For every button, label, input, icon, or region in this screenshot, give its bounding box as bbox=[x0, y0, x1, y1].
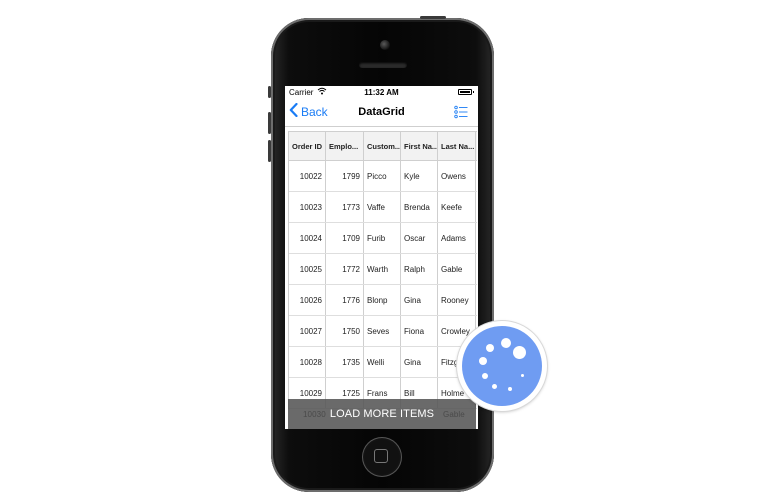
column-header-employee[interactable]: Emplo... bbox=[326, 132, 364, 160]
table-row[interactable]: 10028 1735 Welli Gina Fitzge bbox=[289, 347, 477, 378]
table-row[interactable]: 10025 1772 Warth Ralph Gable bbox=[289, 254, 477, 285]
grid-header-row: Order ID Emplo... Custom... First Na... … bbox=[289, 131, 477, 161]
cell-order-id: 10023 bbox=[289, 192, 326, 222]
cell-first-name: Gina bbox=[401, 285, 438, 315]
spinner-dot bbox=[479, 357, 487, 365]
list-icon[interactable] bbox=[454, 105, 468, 119]
cell-last-name: Rooney bbox=[438, 285, 476, 315]
status-bar: Carrier 11:32 AM bbox=[285, 86, 478, 100]
cell-employee: 1799 bbox=[326, 161, 364, 191]
cell-customer: Furib bbox=[364, 223, 401, 253]
cell-first-name: Brenda bbox=[401, 192, 438, 222]
volume-button-up bbox=[268, 112, 271, 134]
table-row[interactable]: 10027 1750 Seves Fiona Crowley bbox=[289, 316, 477, 347]
cell-order-id: 10024 bbox=[289, 223, 326, 253]
table-row[interactable]: 10024 1709 Furib Oscar Adams bbox=[289, 223, 477, 254]
spinner-dot bbox=[513, 346, 526, 359]
battery-icon bbox=[458, 89, 474, 95]
page-title: DataGrid bbox=[358, 106, 405, 118]
cell-order-id: 10022 bbox=[289, 161, 326, 191]
front-camera bbox=[380, 40, 390, 50]
phone-screen: Carrier 11:32 AM Back DataGrid Order ID … bbox=[285, 86, 478, 429]
table-row[interactable]: 10026 1776 Blonp Gina Rooney bbox=[289, 285, 477, 316]
cell-customer: Seves bbox=[364, 316, 401, 346]
cell-last-name: Owens bbox=[438, 161, 476, 191]
spinner-dot bbox=[492, 384, 497, 389]
earpiece-speaker bbox=[359, 62, 407, 68]
cell-order-id: 10027 bbox=[289, 316, 326, 346]
ghost-order-id: 10030 bbox=[303, 409, 326, 419]
navigation-bar: Back DataGrid bbox=[285, 100, 478, 127]
column-header-first-name[interactable]: First Na... bbox=[401, 132, 438, 160]
status-time: 11:32 AM bbox=[364, 88, 399, 97]
cell-last-name: Adams bbox=[438, 223, 476, 253]
spinner-dot bbox=[508, 387, 512, 391]
home-button-icon bbox=[374, 449, 388, 463]
cell-customer: Picco bbox=[364, 161, 401, 191]
home-button[interactable] bbox=[362, 437, 402, 477]
cell-first-name: Oscar bbox=[401, 223, 438, 253]
power-button bbox=[420, 16, 446, 19]
cell-customer: Blonp bbox=[364, 285, 401, 315]
cell-customer: Welli bbox=[364, 347, 401, 377]
mute-switch bbox=[268, 86, 271, 98]
loading-spinner-icon bbox=[462, 326, 542, 406]
cell-first-name: Ralph bbox=[401, 254, 438, 284]
spinner-dot bbox=[486, 344, 494, 352]
table-row[interactable]: 10022 1799 Picco Kyle Owens bbox=[289, 161, 477, 192]
cell-customer: Vaffe bbox=[364, 192, 401, 222]
cell-order-id: 10026 bbox=[289, 285, 326, 315]
spinner-dot bbox=[501, 338, 511, 348]
cell-last-name: Gable bbox=[438, 254, 476, 284]
cell-first-name: Gina bbox=[401, 347, 438, 377]
cell-order-id: 10028 bbox=[289, 347, 326, 377]
ghost-last-name: Gable bbox=[443, 409, 465, 419]
data-grid: Order ID Emplo... Custom... First Na... … bbox=[288, 131, 477, 409]
cell-employee: 1772 bbox=[326, 254, 364, 284]
loading-badge bbox=[457, 321, 547, 411]
column-header-customer[interactable]: Custom... bbox=[364, 132, 401, 160]
load-more-button[interactable]: 10030 LOAD MORE ITEMS Gable bbox=[288, 399, 476, 429]
column-header-last-name[interactable]: Last Na... bbox=[438, 132, 476, 160]
cell-employee: 1773 bbox=[326, 192, 364, 222]
cell-first-name: Fiona bbox=[401, 316, 438, 346]
spinner-dot bbox=[482, 373, 488, 379]
volume-button-down bbox=[268, 140, 271, 162]
column-header-order-id[interactable]: Order ID bbox=[289, 132, 326, 160]
load-more-label: LOAD MORE ITEMS bbox=[329, 408, 435, 420]
table-row[interactable]: 10023 1773 Vaffe Brenda Keefe bbox=[289, 192, 477, 223]
spinner-dot bbox=[521, 374, 524, 377]
cell-first-name: Kyle bbox=[401, 161, 438, 191]
cell-customer: Warth bbox=[364, 254, 401, 284]
cell-employee: 1735 bbox=[326, 347, 364, 377]
cell-order-id: 10025 bbox=[289, 254, 326, 284]
cell-employee: 1709 bbox=[326, 223, 364, 253]
cell-employee: 1750 bbox=[326, 316, 364, 346]
cell-last-name: Keefe bbox=[438, 192, 476, 222]
cell-employee: 1776 bbox=[326, 285, 364, 315]
